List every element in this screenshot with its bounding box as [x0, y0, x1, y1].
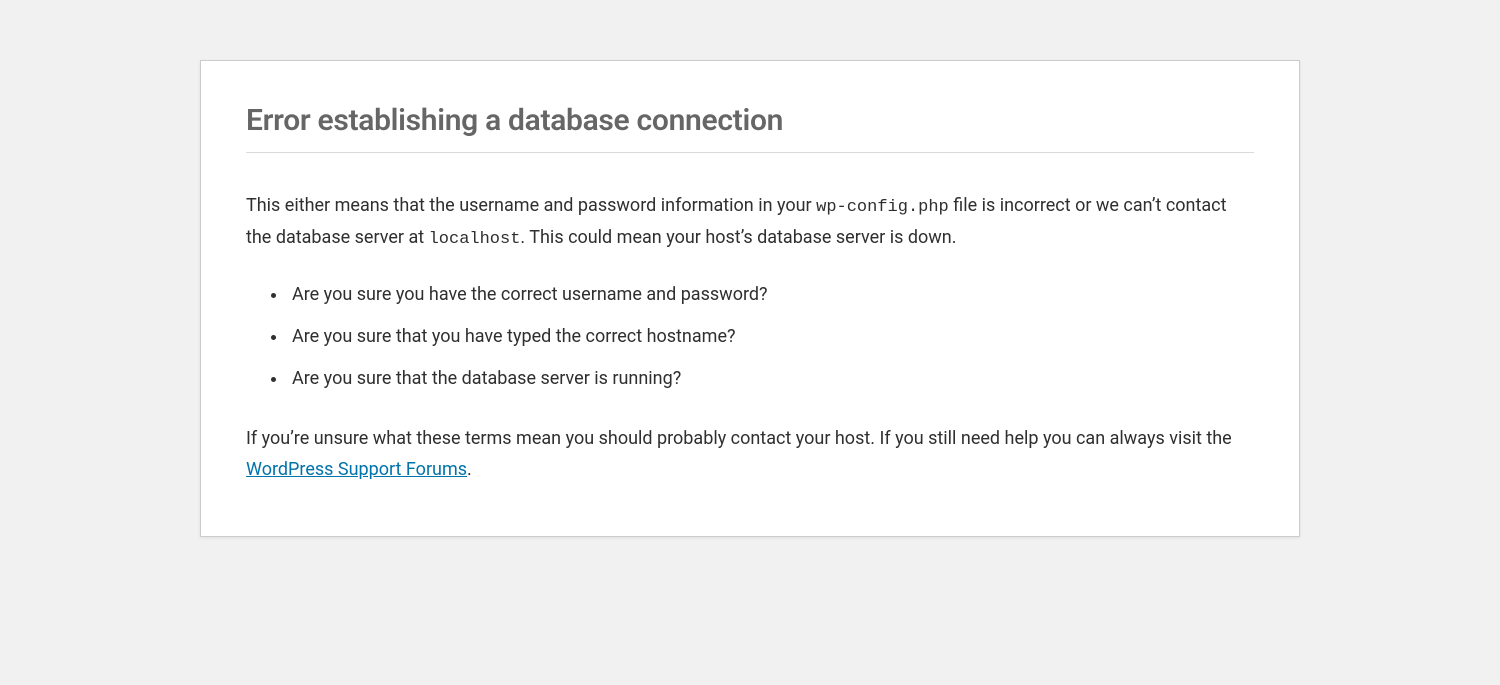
error-checklist: Are you sure you have the correct userna…	[288, 281, 1254, 393]
db-host-code: localhost	[429, 230, 521, 249]
checklist-item: Are you sure that the database server is…	[288, 365, 1254, 393]
error-intro-paragraph: This either means that the username and …	[246, 191, 1254, 255]
error-heading: Error establishing a database connection	[246, 85, 1254, 153]
error-footer-paragraph: If you’re unsure what these terms mean y…	[246, 424, 1254, 485]
footer-text-2: .	[467, 459, 472, 480]
checklist-item: Are you sure you have the correct userna…	[288, 281, 1254, 309]
support-forums-link[interactable]: WordPress Support Forums	[246, 459, 467, 480]
intro-text-1: This either means that the username and …	[246, 195, 816, 216]
intro-text-3: . This could mean your host’s database s…	[520, 227, 956, 248]
footer-text-1: If you’re unsure what these terms mean y…	[246, 428, 1232, 449]
error-page-card: Error establishing a database connection…	[200, 60, 1300, 537]
checklist-item: Are you sure that you have typed the cor…	[288, 323, 1254, 351]
config-file-code: wp-config.php	[816, 198, 949, 217]
